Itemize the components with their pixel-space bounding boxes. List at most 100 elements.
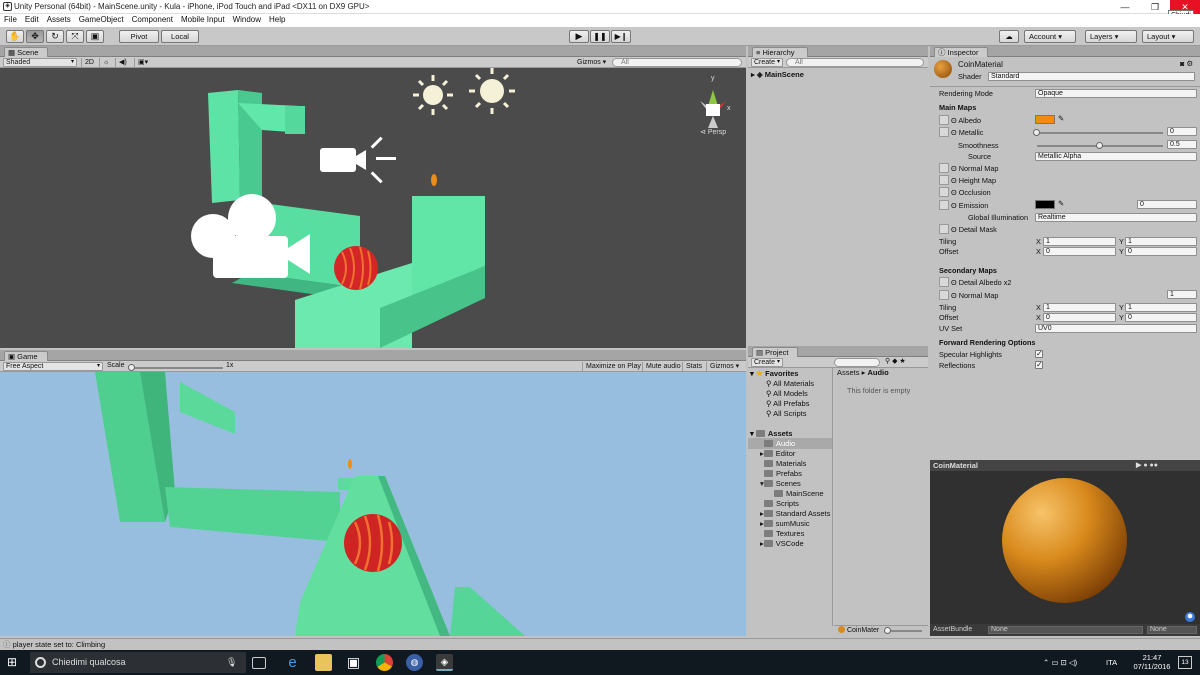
- eyedropper-icon[interactable]: ✎: [1058, 114, 1064, 123]
- hierarchy-search-input[interactable]: All: [786, 58, 924, 67]
- breadcrumb-current[interactable]: Audio: [867, 368, 888, 377]
- emission-slot[interactable]: [939, 200, 949, 210]
- tiling-x-field[interactable]: 1: [1043, 237, 1116, 246]
- hierarchy-item-mainscene[interactable]: ▸ ◈ MainScene: [748, 69, 928, 80]
- game-gizmos-dropdown[interactable]: Gizmos ▾: [706, 362, 742, 371]
- scale-slider-knob[interactable]: [128, 364, 135, 371]
- scene-gizmos-dropdown[interactable]: Gizmos ▾: [577, 58, 606, 66]
- maximize-button[interactable]: ❐: [1140, 0, 1170, 14]
- smoothness-slider[interactable]: [1037, 142, 1163, 149]
- store-icon[interactable]: ▣: [345, 654, 362, 671]
- preview-controls-icon[interactable]: ▶ ● ●●: [1136, 460, 1158, 471]
- menu-help[interactable]: Help: [265, 14, 289, 24]
- icon-size-slider[interactable]: [884, 627, 922, 634]
- folder-vscode[interactable]: ▸ VSCode: [748, 538, 832, 549]
- rotate-tool-icon[interactable]: ↻: [46, 30, 64, 43]
- tab-inspector[interactable]: ⓘ Inspector: [934, 47, 988, 57]
- scene-search-input[interactable]: All: [612, 58, 742, 67]
- tab-game[interactable]: ▣ Game: [4, 351, 48, 361]
- hierarchy-create-dropdown[interactable]: Create: [751, 58, 783, 67]
- rendering-mode-dropdown[interactable]: Opaque: [1035, 89, 1197, 98]
- windows-start-icon[interactable]: ⊞: [7, 656, 20, 669]
- menu-file[interactable]: File: [0, 14, 21, 24]
- source-dropdown[interactable]: Metallic Alpha: [1035, 152, 1197, 161]
- sec-offset-x-field[interactable]: 0: [1043, 313, 1116, 322]
- sec-tiling-x-field[interactable]: 1: [1043, 303, 1116, 312]
- sec-normal-map-slot[interactable]: [939, 290, 949, 300]
- menu-window[interactable]: Window: [229, 14, 265, 24]
- emission-value-field[interactable]: 0: [1137, 200, 1197, 209]
- play-button[interactable]: ▶: [569, 30, 589, 43]
- effects-toggle-icon[interactable]: ▣▾: [134, 58, 151, 67]
- metallic-slot[interactable]: [939, 127, 949, 137]
- unity-taskbar-icon[interactable]: ◈: [436, 654, 453, 671]
- breadcrumb-root[interactable]: Assets: [837, 368, 860, 377]
- status-message[interactable]: player state set to: Climbing: [13, 640, 106, 649]
- variant-dropdown[interactable]: None: [1147, 626, 1197, 634]
- stats-toggle[interactable]: Stats: [682, 362, 705, 371]
- tab-project[interactable]: ▤ Project: [752, 347, 798, 357]
- rect-tool-icon[interactable]: ▣: [86, 30, 104, 43]
- sec-normal-value-field[interactable]: 1: [1167, 290, 1197, 299]
- file-explorer-icon[interactable]: [315, 654, 332, 671]
- detail-albedo-slot[interactable]: [939, 277, 949, 287]
- tiling-y-field[interactable]: 1: [1125, 237, 1197, 246]
- task-view-icon[interactable]: [252, 657, 266, 669]
- account-dropdown[interactable]: Account ▾: [1024, 30, 1076, 43]
- minimize-button[interactable]: —: [1110, 0, 1140, 14]
- tab-scene[interactable]: ▦ Scene: [4, 47, 48, 57]
- offset-x-field[interactable]: 0: [1043, 247, 1116, 256]
- preview-sphere[interactable]: [1002, 478, 1127, 603]
- metallic-slider-knob[interactable]: [1033, 129, 1040, 136]
- reflections-checkbox[interactable]: [1035, 360, 1043, 369]
- metallic-slider[interactable]: [1033, 129, 1163, 136]
- scene-view[interactable]: y x ⊲ Persp: [0, 68, 746, 348]
- cortana-search-input[interactable]: Chiedimi qualcosa 🎙: [30, 652, 246, 673]
- menu-component[interactable]: Component: [128, 14, 177, 24]
- 2d-toggle[interactable]: 2D: [81, 58, 97, 67]
- assetbundle-dropdown[interactable]: None: [988, 626, 1143, 634]
- smoothness-slider-knob[interactable]: [1096, 142, 1103, 149]
- clock[interactable]: 21:47 07/11/2016: [1132, 653, 1172, 671]
- orientation-gizmo[interactable]: y x ⊲ Persp: [700, 75, 731, 136]
- sec-tiling-y-field[interactable]: 1: [1125, 303, 1197, 312]
- chrome-icon[interactable]: [376, 654, 393, 671]
- maximize-on-play-toggle[interactable]: Maximize on Play: [582, 362, 644, 371]
- tray-icons[interactable]: ⌃ ▭ ⊡ ◁): [1043, 658, 1077, 667]
- footer-item-label[interactable]: CoinMater: [847, 627, 879, 634]
- layers-dropdown[interactable]: Layers ▾: [1085, 30, 1137, 43]
- tag-icon[interactable]: ⬢: [1185, 612, 1195, 622]
- scale-tool-icon[interactable]: ⤧: [66, 30, 84, 43]
- tab-hierarchy[interactable]: ≡ Hierarchy: [752, 47, 808, 57]
- app-icon[interactable]: ◍: [406, 654, 423, 671]
- height-map-slot[interactable]: [939, 175, 949, 185]
- menu-edit[interactable]: Edit: [21, 14, 43, 24]
- game-view[interactable]: [0, 372, 746, 636]
- metallic-value-field[interactable]: 0: [1167, 127, 1197, 136]
- favorite-all-scripts[interactable]: ⚲ All Scripts: [748, 408, 832, 419]
- gi-dropdown[interactable]: Realtime: [1035, 213, 1197, 222]
- occlusion-slot[interactable]: [939, 187, 949, 197]
- pivot-toggle[interactable]: Pivot: [119, 30, 159, 43]
- emission-eyedropper-icon[interactable]: ✎: [1058, 199, 1064, 208]
- specular-highlights-checkbox[interactable]: [1035, 349, 1043, 358]
- uv-set-dropdown[interactable]: UV0: [1035, 324, 1197, 333]
- normal-map-slot[interactable]: [939, 163, 949, 173]
- sec-offset-y-field[interactable]: 0: [1125, 313, 1197, 322]
- albedo-slot[interactable]: [939, 115, 949, 125]
- edge-browser-icon[interactable]: e: [284, 654, 301, 671]
- shading-dropdown[interactable]: Shaded: [3, 58, 77, 67]
- emission-color-swatch[interactable]: [1035, 200, 1055, 209]
- menu-mobile-input[interactable]: Mobile Input: [177, 14, 229, 24]
- hand-tool-icon[interactable]: ✋: [6, 30, 24, 43]
- icon-size-knob[interactable]: [884, 627, 891, 634]
- menu-gameobject[interactable]: GameObject: [75, 14, 128, 24]
- scale-slider[interactable]: [128, 364, 223, 371]
- smoothness-value-field[interactable]: 0.5: [1167, 140, 1197, 149]
- step-button[interactable]: ▶❙: [611, 30, 631, 43]
- microphone-icon[interactable]: 🎙: [226, 652, 237, 673]
- notifications-badge[interactable]: 13: [1178, 656, 1192, 669]
- language-indicator[interactable]: ITA: [1106, 658, 1117, 667]
- filter-icons[interactable]: ⚲ ◆ ★: [885, 357, 906, 365]
- shader-dropdown[interactable]: Standard: [988, 72, 1195, 81]
